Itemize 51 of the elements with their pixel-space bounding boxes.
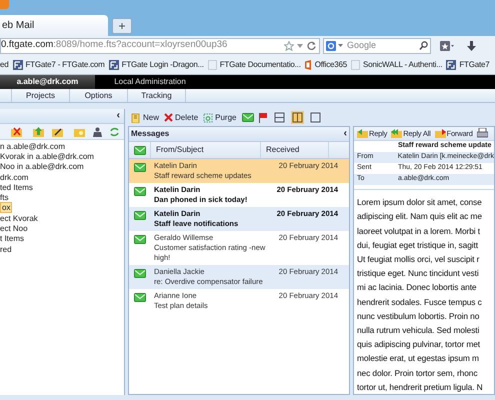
body-text-line: Lorem ipsum dolor sit amet, conse	[357, 196, 483, 210]
folder-item[interactable]: drk.com	[0, 172, 28, 182]
folder-item[interactable]: red	[0, 244, 12, 254]
search-input[interactable]: Google	[347, 38, 417, 52]
body-text-line: nunc vestibulum lobortis. Proin no	[357, 310, 480, 323]
bookmark-link[interactable]: ed	[0, 58, 8, 70]
admin-tab[interactable]: Local Administration	[95, 75, 205, 89]
panel-title: Messages	[131, 128, 170, 140]
delete-button[interactable]: Delete	[164, 112, 198, 124]
folder-item[interactable]: n a.able@drk.com	[0, 142, 66, 151]
app-tab[interactable]: Tracking	[128, 89, 186, 102]
column-header[interactable]: Received	[261, 142, 329, 158]
folder-item[interactable]: ect Noo	[0, 224, 28, 234]
body-text-line: hendrerit sodales. Fusce tempus c	[357, 296, 483, 309]
body-text-line: mi ac lacinia. Donec lobortis ante	[357, 281, 478, 294]
body-text-line: dui, feugiat eget tristique in, sagitt	[357, 238, 479, 252]
bookmark-link[interactable]: FTGate7 - FTGate.com	[26, 58, 105, 70]
body-text-line: tortor ut, hendrerit pretium ligula. N	[357, 380, 484, 394]
folder-item[interactable]: ect Kvorak	[0, 214, 38, 223]
bookmark-link[interactable]: SonicWALL - Authenti...	[363, 58, 442, 70]
body-text-line: molestie erat, ut egestas ipsum m	[357, 352, 480, 366]
bookmark-link[interactable]: FTGate Login -Dragon...	[122, 58, 204, 70]
body-text-line: laoreet volutpat in a lorem. Morbi t	[357, 224, 482, 238]
bookmark-link[interactable]: FTGate Documentatio...	[220, 58, 301, 70]
bookmark-link[interactable]: FTGate7	[459, 58, 490, 70]
new-button[interactable]: New	[131, 112, 160, 124]
purge-button[interactable]: Purge	[203, 112, 236, 124]
folder-item[interactable]: t Items	[0, 234, 24, 244]
browser-tab[interactable]: eb Mail	[0, 15, 108, 36]
body-text-line: quis adipiscing pulvinar, tortor met	[357, 338, 482, 352]
app-tab[interactable]: Options	[70, 89, 128, 102]
bookmark-link[interactable]: Office365	[314, 58, 348, 70]
body-text-line: nulla rutrum vehicula. Sed molesti	[357, 324, 480, 337]
folder-item[interactable]: ted Items	[0, 182, 33, 192]
folder-item[interactable]: fts	[0, 193, 8, 202]
folder-item[interactable]: Noo in a.able@drk.com	[0, 162, 84, 172]
address-field[interactable]: 0.ftgate.com:8089/home.fts?account=xloyrsen00up36	[0, 38, 320, 54]
folder-item[interactable]: Kvorak in a.able@drk.com	[0, 152, 94, 161]
app-tab[interactable]: Projects	[12, 89, 70, 102]
column-header[interactable]: From/Subject	[151, 142, 261, 158]
body-text-line: tristique eget. Nunc tincidunt vesti	[357, 267, 480, 280]
account-tab[interactable]: a.able@drk.com	[0, 75, 95, 89]
body-text-line: Ut feugiat mollis orci, vel suscipit r	[357, 252, 480, 266]
search-field[interactable]: Google	[323, 38, 431, 54]
url-text: 0.ftgate.com:8089/home.fts?account=xloyrsen00up36	[1, 38, 228, 52]
folder-item[interactable]: ox	[0, 202, 12, 214]
new-tab-button[interactable]: +	[112, 18, 132, 34]
collapse-button[interactable]: ‹	[344, 129, 347, 139]
body-text-line: nec dolor. Proin tortor sem, rhonc	[357, 366, 478, 380]
collapse-button[interactable]: ‹	[116, 111, 120, 121]
body-text-line: adipiscing elit. Nam quis elit ac me	[357, 210, 483, 224]
